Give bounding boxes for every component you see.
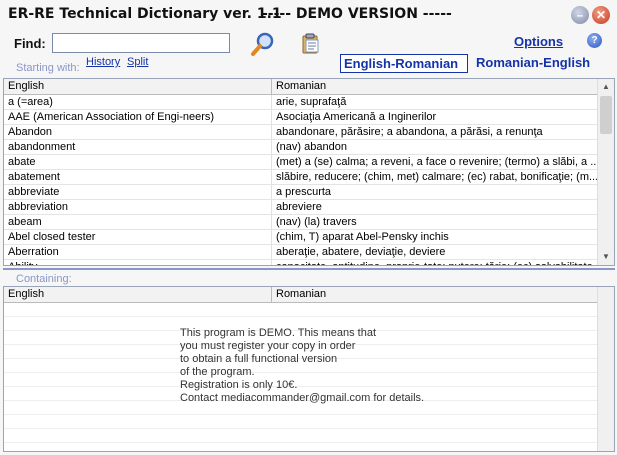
romanian-translation: Asociaţia Americană a Inginerilor bbox=[276, 111, 437, 123]
containing-table: English Romanian This program is DEMO. T… bbox=[3, 286, 615, 452]
demo-message-line: you must register your copy in order bbox=[180, 340, 356, 352]
table-row[interactable]: Abandon abandonare, părăsire; a abandona,… bbox=[4, 125, 600, 140]
table-rows: a (=area) arie, suprafaţă AAE (American As… bbox=[4, 95, 600, 265]
romanian-translation: aberaţie, abatere, deviaţie, deviere bbox=[276, 246, 446, 258]
romanian-translation: (nav) abandon bbox=[276, 141, 347, 153]
table-row[interactable]: abeam (nav) (la) travers bbox=[4, 215, 600, 230]
history-link[interactable]: History bbox=[86, 56, 120, 68]
scroll-down-icon[interactable]: ▼ bbox=[598, 249, 614, 265]
table-row[interactable]: abatement slăbire, reducere; (chim, met) … bbox=[4, 170, 600, 185]
table-row[interactable]: abate (met) a (se) calma; a reveni, a fac… bbox=[4, 155, 600, 170]
table-row[interactable]: Abel closed tester (chim, T) aparat Abel-… bbox=[4, 230, 600, 245]
pane-splitter[interactable] bbox=[3, 268, 615, 270]
find-input[interactable] bbox=[52, 33, 230, 53]
starting-with-table: English Romanian a (=area) arie, suprafaţ… bbox=[3, 78, 615, 266]
find-label: Find: bbox=[14, 36, 46, 51]
english-term: AAE (American Association of Engi-neers) bbox=[4, 110, 272, 124]
english-term: Abandon bbox=[4, 125, 272, 139]
title-bar: ER-RE Technical Dictionary ver. 1.1 ----… bbox=[0, 0, 617, 30]
containing-label: Containing: bbox=[16, 273, 72, 285]
column-header-english[interactable]: English bbox=[4, 79, 272, 94]
table-row[interactable]: Abilitycapacitate, aptitudine, proprie-t… bbox=[4, 260, 600, 265]
romanian-translation: abandonare, părăsire; a abandona, a pără… bbox=[276, 126, 543, 138]
english-term: abatement bbox=[4, 170, 272, 184]
column-header-english[interactable]: English bbox=[4, 287, 272, 302]
close-button[interactable]: ✕ bbox=[592, 6, 610, 24]
table-row[interactable]: abandonment (nav) abandon bbox=[4, 140, 600, 155]
demo-message-line: of the program. bbox=[180, 366, 255, 378]
romanian-translation: capacitate, aptitudine, proprie-tate; pu… bbox=[272, 260, 600, 265]
vertical-scrollbar[interactable]: ▲ ▼ bbox=[597, 79, 614, 265]
romanian-translation: (chim, T) aparat Abel-Pensky inchis bbox=[276, 231, 449, 243]
english-term: abeam bbox=[4, 215, 272, 229]
demo-message-line: Registration is only 10€. bbox=[180, 379, 298, 391]
english-term: a (=area) bbox=[4, 95, 272, 109]
demo-banner: ----- DEMO VERSION ----- bbox=[262, 6, 452, 22]
romanian-translation: arie, suprafaţă bbox=[276, 96, 347, 108]
table-row[interactable]: AAE (American Association of Engi-neers)… bbox=[4, 110, 600, 125]
english-term: abate bbox=[4, 155, 272, 169]
language-selected-english-romanian[interactable]: English-Romanian bbox=[340, 54, 468, 73]
table-row[interactable]: Aberration aberaţie, abatere, deviaţie, d… bbox=[4, 245, 600, 260]
demo-message-line: to obtain a full functional version bbox=[180, 353, 338, 365]
english-term: Aberration bbox=[4, 245, 272, 259]
english-term: abbreviate bbox=[4, 185, 272, 199]
english-term: abbreviation bbox=[4, 200, 272, 214]
demo-message: This program is DEMO. This means that you… bbox=[180, 327, 424, 405]
scroll-up-icon[interactable]: ▲ bbox=[598, 79, 614, 95]
help-icon[interactable]: ? bbox=[587, 33, 602, 48]
romanian-translation: (nav) (la) travers bbox=[276, 216, 357, 228]
romanian-translation: (met) a (se) calma; a reveni, a face o r… bbox=[276, 156, 600, 168]
demo-message-line: Contact mediacommander@gmail.com for det… bbox=[180, 392, 425, 404]
magnifier-icon bbox=[251, 32, 274, 56]
language-option-romanian-english[interactable]: Romanian-English bbox=[476, 55, 590, 70]
minimize-button[interactable]: – bbox=[571, 6, 589, 24]
split-link[interactable]: Split bbox=[127, 56, 148, 68]
table-header: English Romanian bbox=[4, 287, 600, 303]
table-row[interactable]: abbreviate a prescurta bbox=[4, 185, 600, 200]
window-title: ER-RE Technical Dictionary ver. 1.1 bbox=[8, 6, 282, 22]
english-term: Abel closed tester bbox=[4, 230, 272, 244]
english-term: Ability bbox=[4, 260, 272, 265]
options-link[interactable]: Options bbox=[514, 34, 563, 49]
vertical-scrollbar[interactable] bbox=[597, 287, 614, 451]
english-term: abandonment bbox=[4, 140, 272, 154]
column-header-romanian[interactable]: Romanian bbox=[272, 79, 600, 94]
demo-message-line: This program is DEMO. This means that bbox=[180, 327, 377, 339]
romanian-translation: slăbire, reducere; (chim, met) calmare; … bbox=[276, 171, 599, 183]
table-row[interactable]: abbreviation abreviere bbox=[4, 200, 600, 215]
clipboard-icon bbox=[302, 33, 319, 54]
starting-with-label: Starting with: bbox=[16, 62, 80, 74]
search-button[interactable] bbox=[250, 30, 278, 58]
column-header-romanian[interactable]: Romanian bbox=[272, 287, 600, 302]
scroll-thumb[interactable] bbox=[600, 96, 612, 134]
table-header: English Romanian bbox=[4, 79, 600, 95]
clipboard-button[interactable] bbox=[301, 33, 321, 55]
romanian-translation: abreviere bbox=[276, 201, 322, 213]
table-row[interactable]: a (=area) arie, suprafaţă bbox=[4, 95, 600, 110]
romanian-translation: a prescurta bbox=[276, 186, 332, 198]
